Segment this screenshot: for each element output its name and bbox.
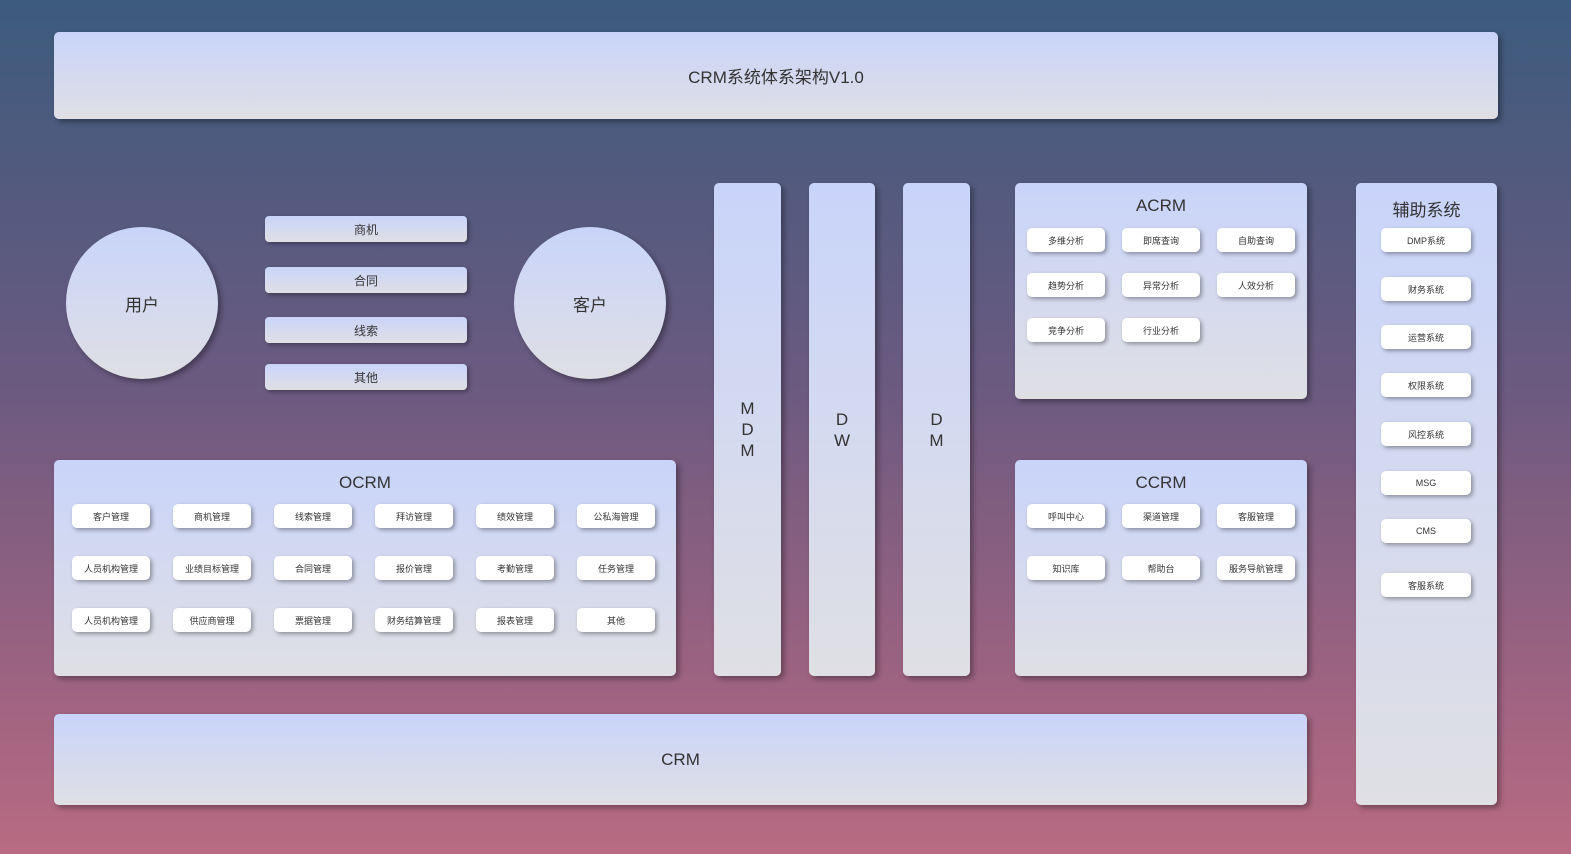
- ccrm-item: 呼叫中心: [1027, 504, 1105, 528]
- acrm-item: 即席查询: [1122, 228, 1200, 252]
- mdm-column: MDM: [714, 183, 781, 676]
- aux-title: 辅助系统: [1392, 201, 1461, 220]
- ocrm-item: 报表管理: [476, 608, 554, 632]
- dm-column: DM: [903, 183, 970, 676]
- ccrm-item: 服务导航管理: [1217, 556, 1295, 580]
- acrm-item: 行业分析: [1122, 318, 1200, 342]
- flow-opportunity: 商机: [265, 216, 467, 242]
- ocrm-item: 其他: [577, 608, 655, 632]
- aux-item: 财务系统: [1381, 277, 1471, 301]
- acrm-item: 趋势分析: [1027, 273, 1105, 297]
- ccrm-panel: CCRM 呼叫中心 渠道管理 客服管理知识库 帮助台 服务导航管理: [1015, 460, 1307, 676]
- dw-column: DW: [809, 183, 875, 676]
- aux-item: 客服系统: [1381, 573, 1471, 597]
- acrm-item: 人效分析: [1217, 273, 1295, 297]
- flow-other: 其他: [265, 364, 467, 390]
- ocrm-item: 报价管理: [375, 556, 453, 580]
- ocrm-title: OCRM: [339, 473, 391, 492]
- aux-item: DMP系统: [1381, 228, 1471, 252]
- dm-label: DM: [929, 409, 944, 450]
- ocrm-item: 线索管理: [274, 504, 352, 528]
- ccrm-title: CCRM: [1135, 473, 1187, 492]
- ocrm-item: 绩效管理: [476, 504, 554, 528]
- flow-lead: 线索: [265, 317, 467, 343]
- ocrm-item: 任务管理: [577, 556, 655, 580]
- flow-contract: 合同: [265, 267, 467, 293]
- aux-item: 运营系统: [1381, 325, 1471, 349]
- acrm-item: 竞争分析: [1027, 318, 1105, 342]
- ocrm-item: 业绩目标管理: [173, 556, 251, 580]
- ocrm-item: 拜访管理: [375, 504, 453, 528]
- ccrm-item: 知识库: [1027, 556, 1105, 580]
- ccrm-item: 渠道管理: [1122, 504, 1200, 528]
- acrm-item: 多维分析: [1027, 228, 1105, 252]
- aux-item: 权限系统: [1381, 373, 1471, 397]
- mdm-label: MDM: [740, 399, 755, 460]
- architecture-title: CRM系统体系架构V1.0: [54, 32, 1498, 119]
- ocrm-item: 供应商管理: [173, 608, 251, 632]
- ocrm-item: 人员机构管理: [72, 608, 150, 632]
- ocrm-item: 财务结算管理: [375, 608, 453, 632]
- ocrm-item: 人员机构管理: [72, 556, 150, 580]
- ccrm-item: 帮助台: [1122, 556, 1200, 580]
- aux-item: MSG: [1381, 471, 1471, 495]
- ocrm-item: 票据管理: [274, 608, 352, 632]
- dw-label: DW: [833, 409, 851, 450]
- customer-node: 客户: [514, 227, 666, 379]
- ocrm-item: 客户管理: [72, 504, 150, 528]
- ccrm-item: 客服管理: [1217, 504, 1295, 528]
- acrm-title: ACRM: [1135, 196, 1187, 215]
- user-node: 用户: [66, 227, 218, 379]
- acrm-item: 自助查询: [1217, 228, 1295, 252]
- ocrm-item: 合同管理: [274, 556, 352, 580]
- aux-item: 风控系统: [1381, 422, 1471, 446]
- acrm-panel: ACRM 多维分析 即席查询 自助查询趋势分析 异常分析 人效分析竞争分析 行业分析: [1015, 183, 1307, 399]
- ocrm-item: 公私海管理: [577, 504, 655, 528]
- crm-base: CRM: [54, 714, 1307, 805]
- ocrm-panel: OCRM 客户管理 商机管理 线索管理 拜访管理 绩效管理 公私海管理 人员机构管理 业绩目标…: [54, 460, 676, 676]
- ocrm-item: 考勤管理: [476, 556, 554, 580]
- ocrm-item: 商机管理: [173, 504, 251, 528]
- acrm-item: 异常分析: [1122, 273, 1200, 297]
- aux-panel: 辅助系统 DMP系统财务系统运营系统权限系统风控系统 MSG CMS 客服系统: [1356, 183, 1497, 805]
- aux-item: CMS: [1381, 519, 1471, 543]
